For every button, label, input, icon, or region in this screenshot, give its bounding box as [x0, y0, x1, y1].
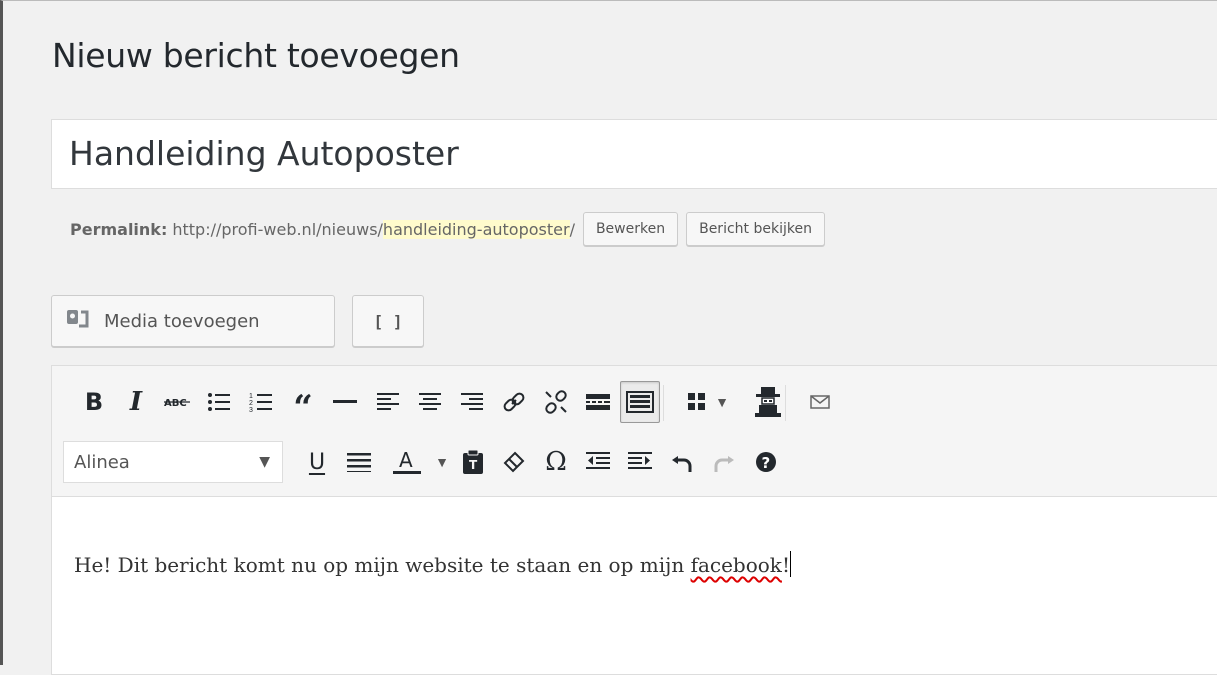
- numbered-list-icon[interactable]: 123: [241, 381, 281, 423]
- format-select[interactable]: Alinea ▼: [63, 441, 283, 483]
- clear-formatting-icon[interactable]: [494, 441, 534, 483]
- svg-text:2: 2: [249, 400, 253, 407]
- permalink-trailing: /: [569, 219, 575, 239]
- page-title: Nieuw bericht toevoegen: [52, 36, 460, 75]
- permalink-slug[interactable]: handleiding-autoposter: [382, 219, 570, 239]
- envelope-icon[interactable]: [800, 381, 840, 423]
- editor-content[interactable]: He! Dit bericht komt nu op mijn website …: [74, 551, 791, 577]
- view-post-button[interactable]: Bericht bekijken: [686, 212, 825, 246]
- bullet-list-icon[interactable]: [199, 381, 239, 423]
- blockquote-icon[interactable]: “: [283, 381, 323, 425]
- align-left-icon[interactable]: [368, 381, 408, 423]
- add-media-label: Media toevoegen: [104, 310, 260, 332]
- svg-text:3: 3: [249, 407, 253, 413]
- media-icon: [66, 308, 92, 335]
- permalink-base: http://profi-web.nl/nieuws/: [172, 219, 383, 239]
- svg-text:?: ?: [762, 454, 771, 472]
- misspelled-word: facebook: [690, 553, 782, 577]
- edit-permalink-button[interactable]: Bewerken: [582, 212, 679, 246]
- text-color-icon[interactable]: A: [387, 441, 427, 483]
- permalink-label: Permalink:: [70, 219, 168, 239]
- text-color-caret-icon[interactable]: ▼: [430, 441, 454, 483]
- special-character-icon[interactable]: Ω: [536, 441, 576, 483]
- indent-icon[interactable]: [620, 441, 660, 483]
- editor-toolbar: B I ABC 1 2 3 “▼ Alinea ▼ U A ▼ T Ω?: [52, 366, 1217, 497]
- permalink-row: Permalink: http://profi-web.nl/nieuws/ha…: [70, 207, 825, 251]
- svg-text:ABC: ABC: [164, 398, 187, 409]
- post-title-box[interactable]: [51, 119, 1217, 189]
- bold-icon[interactable]: B: [74, 381, 114, 423]
- insert-link-icon[interactable]: [494, 381, 534, 423]
- read-more-icon[interactable]: [578, 381, 618, 423]
- italic-icon[interactable]: I: [116, 381, 156, 423]
- svg-text:A: A: [399, 449, 413, 472]
- strikethrough-icon[interactable]: ABC: [157, 381, 197, 423]
- undo-icon[interactable]: [662, 441, 702, 483]
- horizontal-line-icon[interactable]: [325, 381, 365, 423]
- toolbar-toggle-icon[interactable]: [620, 381, 660, 423]
- format-select-value: Alinea: [74, 451, 130, 473]
- toolbar-separator: [663, 385, 664, 421]
- remove-link-icon[interactable]: [536, 381, 576, 423]
- text-cursor: [789, 551, 791, 577]
- justify-icon[interactable]: [339, 441, 379, 483]
- toolbar-separator: [785, 385, 786, 421]
- svg-text:T: T: [469, 458, 478, 472]
- svg-text:1: 1: [249, 393, 253, 400]
- outdent-icon[interactable]: [578, 441, 618, 483]
- content-text: He! Dit bericht komt nu op mijn website …: [74, 553, 691, 577]
- dropdown-caret-icon[interactable]: ▼: [710, 381, 734, 423]
- underline-icon[interactable]: U: [297, 441, 337, 483]
- align-center-icon[interactable]: [410, 381, 450, 423]
- redo-icon[interactable]: [704, 441, 744, 483]
- spy-figure-icon[interactable]: [748, 381, 788, 423]
- align-right-icon[interactable]: [452, 381, 492, 423]
- post-title-input[interactable]: [69, 134, 1169, 173]
- help-icon[interactable]: ?: [746, 441, 786, 483]
- editor: B I ABC 1 2 3 “▼ Alinea ▼ U A ▼ T Ω? He! Dit beric…: [51, 365, 1217, 675]
- content-text-end: !: [781, 553, 790, 577]
- add-media-button[interactable]: Media toevoegen: [51, 295, 335, 347]
- chevron-down-icon: ▼: [259, 454, 270, 470]
- paste-as-text-icon[interactable]: T: [453, 441, 493, 483]
- shortcode-button[interactable]: [ ]: [352, 295, 424, 347]
